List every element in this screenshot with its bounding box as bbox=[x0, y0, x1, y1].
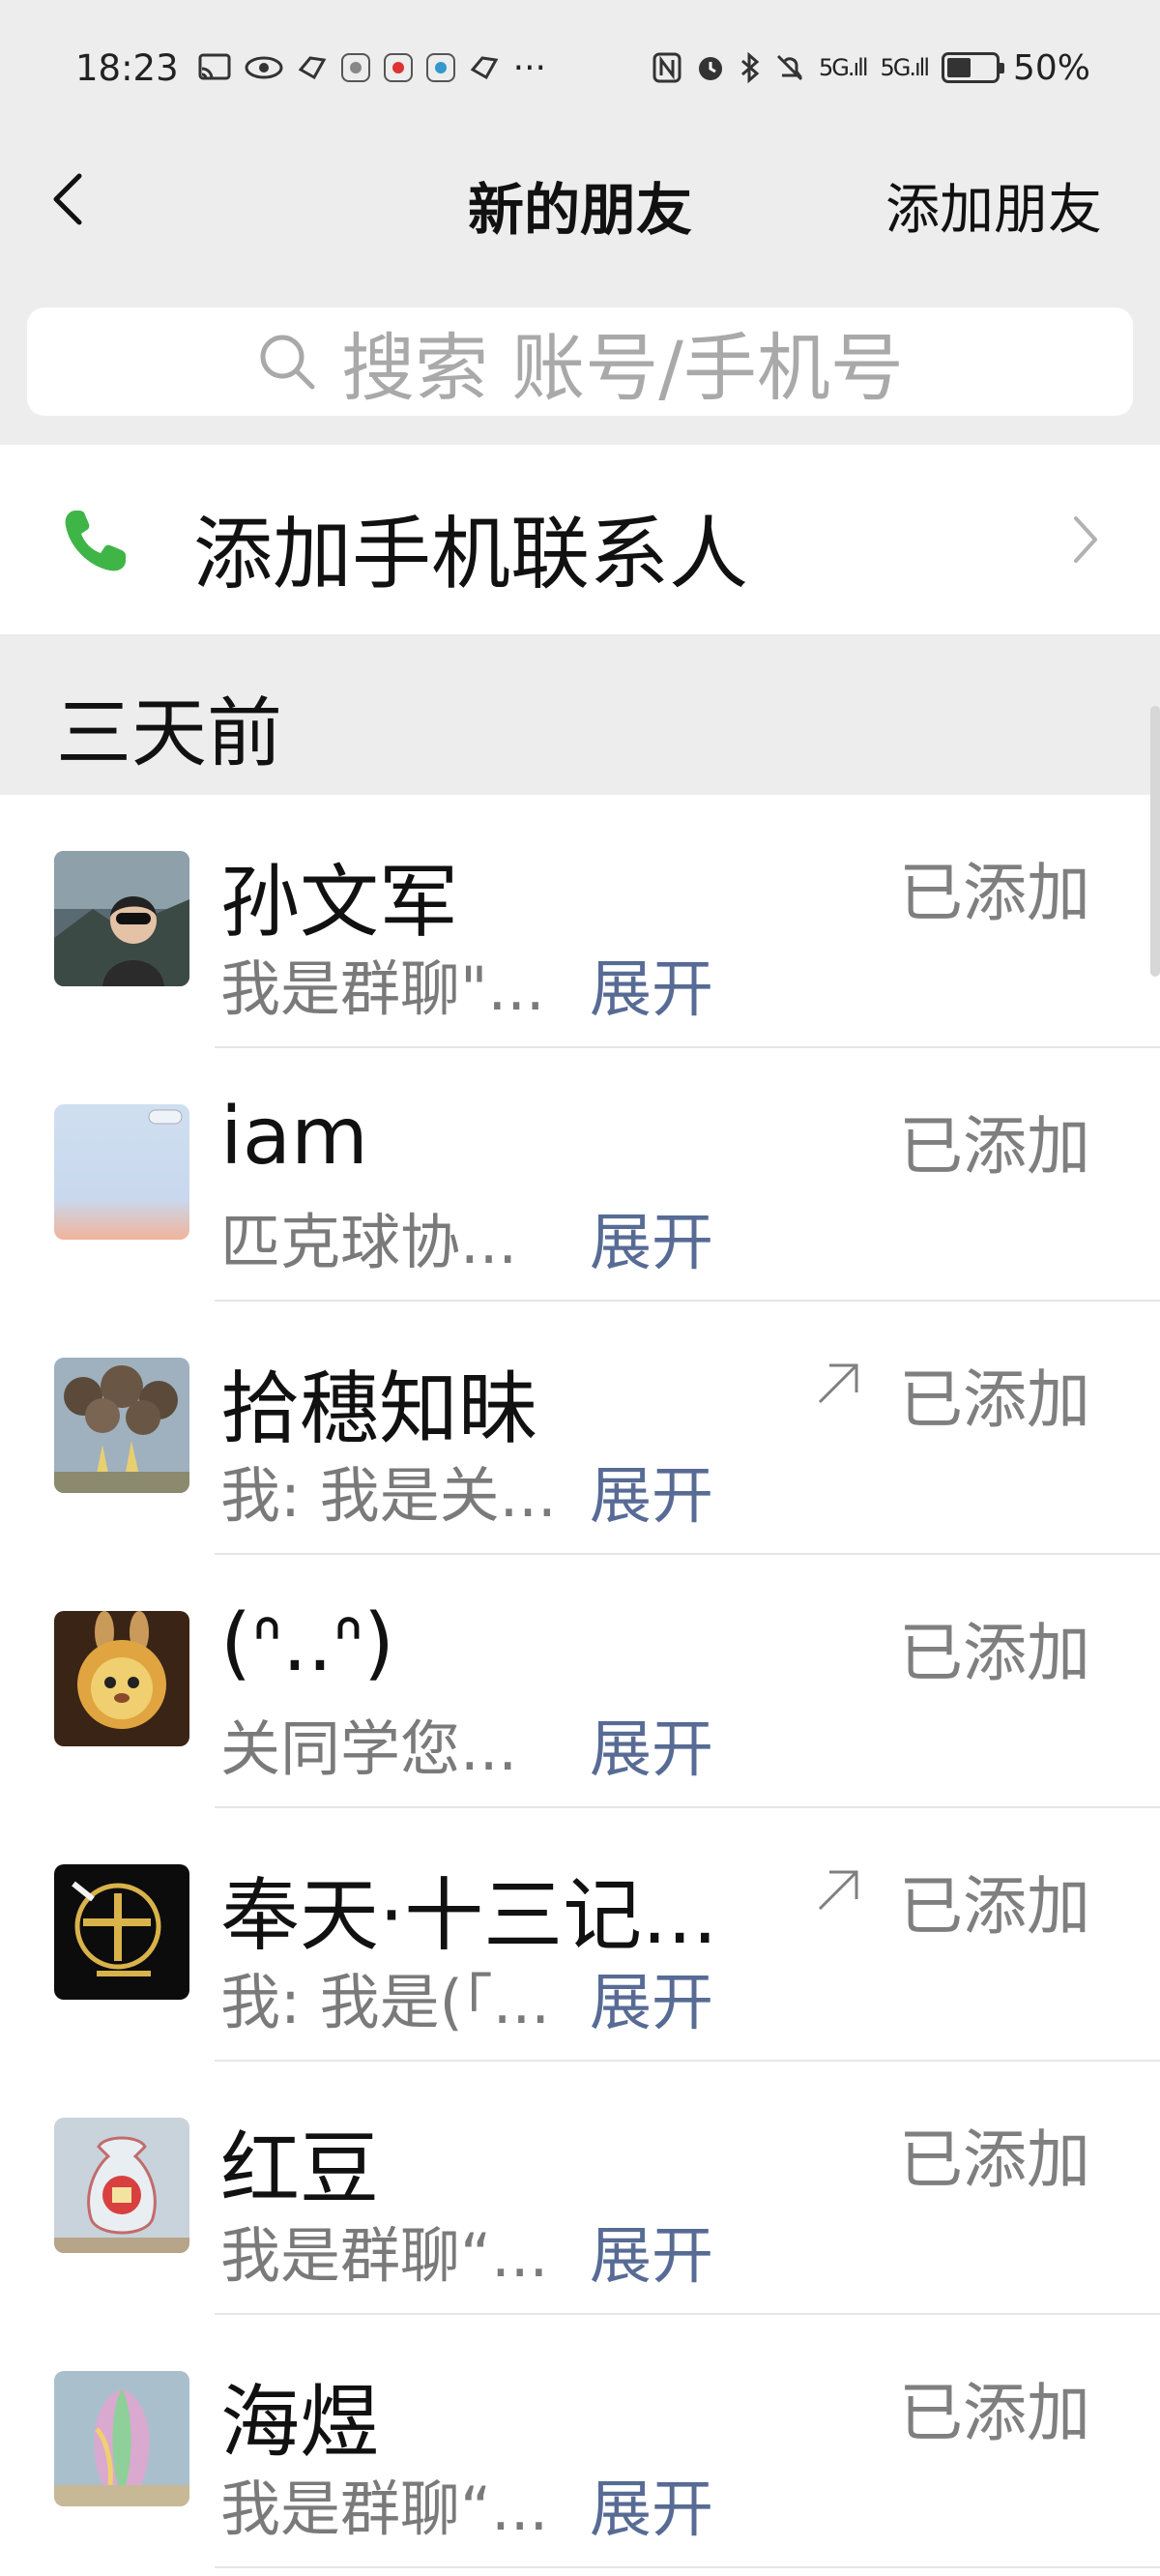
expand-link[interactable]: 展开 bbox=[590, 1193, 713, 1282]
more-icon: ··· bbox=[512, 47, 546, 88]
eye-icon bbox=[245, 55, 283, 80]
friend-name: iam bbox=[220, 1091, 368, 1183]
section-title: 三天前 bbox=[56, 690, 283, 777]
request-message: 我: 我是(「... bbox=[220, 1967, 550, 2037]
list-item[interactable]: 孙文军 我是群聊"... 展开 已添加 bbox=[0, 795, 1160, 1048]
status-time: 18:23 bbox=[75, 46, 179, 89]
status-added: 已添加 bbox=[899, 2122, 1090, 2197]
app-icon bbox=[425, 53, 455, 82]
friend-name: 孙文军 bbox=[220, 857, 459, 949]
list-item[interactable]: iam 匹克球协... 展开 已添加 bbox=[0, 1048, 1160, 1302]
add-phone-contacts-label: 添加手机联系人 bbox=[193, 509, 749, 600]
status-right: 5G.ıll 5G.ıll 50% bbox=[652, 48, 1090, 88]
request-message: 关同学您... bbox=[220, 1713, 518, 1784]
status-added: 已添加 bbox=[899, 1869, 1090, 1944]
expand-link[interactable]: 展开 bbox=[590, 1953, 713, 2042]
app-icon bbox=[383, 53, 413, 82]
signal-icon: 5G.ıll bbox=[880, 54, 929, 81]
list-item[interactable]: 奉天·十三记... 我: 我是(「... 展开 已添加 bbox=[0, 1808, 1160, 2062]
phone-icon bbox=[65, 511, 126, 571]
add-friend-button[interactable]: 添加朋友 bbox=[885, 166, 1102, 245]
list-item[interactable]: (ᐢ..ᐢ) 关同学您... 展开 已添加 bbox=[0, 1555, 1160, 1808]
search-placeholder: 搜索 账号/手机号 bbox=[341, 325, 904, 411]
outgoing-arrow-icon bbox=[818, 1870, 858, 1911]
status-added: 已添加 bbox=[899, 856, 1090, 930]
chevron-right-icon bbox=[1074, 516, 1097, 563]
app-icon bbox=[469, 52, 500, 83]
battery-icon bbox=[941, 52, 1004, 83]
request-message: 我是群聊“... bbox=[220, 2474, 549, 2544]
friend-name: 奉天·十三记... bbox=[220, 1870, 718, 1962]
status-added: 已添加 bbox=[899, 2376, 1090, 2450]
friend-name: (ᐢ..ᐢ) bbox=[220, 1597, 394, 1689]
bluetooth-icon bbox=[740, 52, 761, 83]
search-input[interactable]: 搜索 账号/手机号 bbox=[27, 307, 1133, 416]
status-added: 已添加 bbox=[899, 1109, 1090, 1184]
nav-bar: 新的朋友 添加朋友 bbox=[0, 135, 1160, 261]
avatar bbox=[54, 1864, 189, 2000]
mute-icon bbox=[774, 52, 805, 83]
nfc-icon bbox=[652, 52, 682, 83]
avatar bbox=[54, 851, 189, 986]
expand-link[interactable]: 展开 bbox=[590, 2207, 713, 2296]
expand-link[interactable]: 展开 bbox=[590, 2460, 713, 2549]
expand-link[interactable]: 展开 bbox=[590, 1700, 713, 1789]
scrollbar[interactable] bbox=[1150, 706, 1160, 977]
avatar bbox=[54, 2118, 189, 2253]
signal-icon: 5G.ıll bbox=[818, 54, 868, 81]
alarm-icon bbox=[695, 52, 726, 83]
avatar bbox=[54, 1358, 189, 1493]
expand-link[interactable]: 展开 bbox=[590, 940, 713, 1029]
search-icon bbox=[260, 335, 315, 390]
status-bar: 18:23 ··· 5G.ıll 5G.ıll 50% bbox=[0, 0, 1160, 135]
friend-name: 拾穗知昧 bbox=[220, 1363, 538, 1455]
status-added: 已添加 bbox=[899, 1616, 1090, 1690]
app-icon bbox=[297, 52, 328, 83]
avatar bbox=[54, 1104, 189, 1240]
friend-name: 海煜 bbox=[220, 2377, 380, 2469]
section-header: 三天前 bbox=[0, 634, 1160, 795]
expand-link[interactable]: 展开 bbox=[590, 1447, 713, 1536]
status-left: 18:23 ··· bbox=[75, 47, 546, 89]
request-message: 我: 我是关... bbox=[220, 1460, 557, 1531]
app-icon bbox=[340, 53, 370, 82]
friend-request-list: 孙文军 我是群聊"... 展开 已添加 iam 匹克球协... 展开 已添加 拾… bbox=[0, 795, 1160, 2576]
friend-name: 红豆 bbox=[220, 2123, 380, 2215]
request-message: 我是群聊“... bbox=[220, 2220, 549, 2291]
add-phone-contacts-row[interactable]: 添加手机联系人 bbox=[0, 445, 1160, 634]
outgoing-arrow-icon bbox=[818, 1363, 858, 1404]
list-item[interactable]: 红豆 我是群聊“... 展开 已添加 bbox=[0, 2062, 1160, 2315]
request-message: 我是群聊"... bbox=[220, 953, 545, 1024]
avatar bbox=[54, 2371, 189, 2506]
request-message: 匹克球协... bbox=[220, 1207, 518, 1277]
list-item[interactable]: 海煜 我是群聊“... 展开 已添加 bbox=[0, 2315, 1160, 2568]
avatar bbox=[54, 1611, 189, 1746]
cast-icon bbox=[198, 53, 231, 82]
status-added: 已添加 bbox=[899, 1362, 1090, 1437]
divider bbox=[215, 2566, 1160, 2568]
list-item[interactable]: 拾穗知昧 我: 我是关... 展开 已添加 bbox=[0, 1302, 1160, 1555]
battery-percent: 50% bbox=[1012, 47, 1090, 88]
